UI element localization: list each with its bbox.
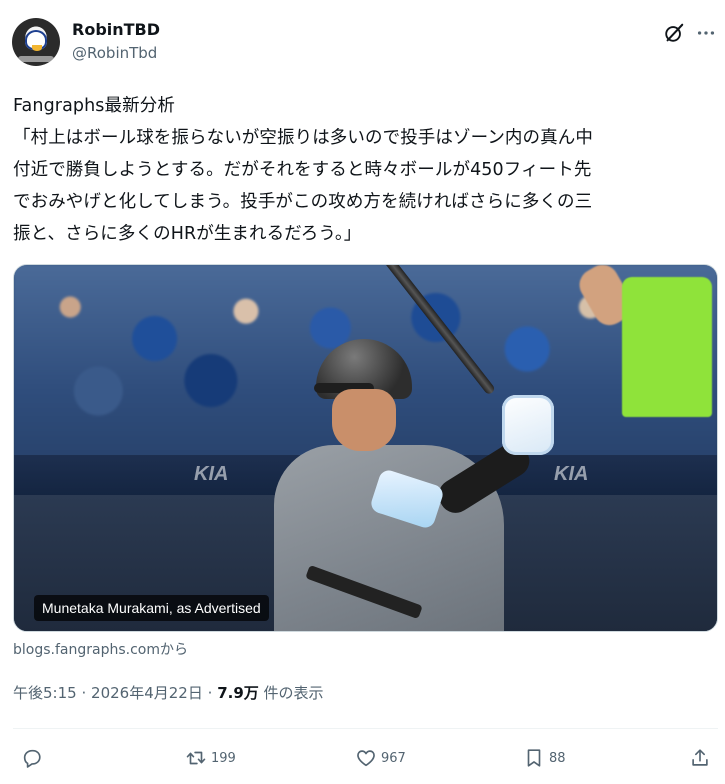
source-link[interactable]: blogs.fangraphs.comから xyxy=(13,640,188,660)
avatar-script xyxy=(18,56,54,62)
bookmark-icon xyxy=(527,749,541,767)
reply-icon xyxy=(23,749,41,768)
user-handle[interactable]: @RobinTbd xyxy=(72,42,160,64)
tweet-line: 付近で勝負しようとする。だがそれをすると時々ボールが450フィート先 xyxy=(13,160,592,180)
bookmark-button[interactable]: 88 xyxy=(523,744,566,772)
tweet-header: RobinTBD @RobinTbd xyxy=(12,16,725,72)
tweet-line: Fangraphs最新分析 xyxy=(13,96,175,116)
view-count: 7.9万 xyxy=(217,684,259,702)
like-count: 967 xyxy=(381,750,406,766)
avatar-beak xyxy=(32,45,42,51)
action-bar: 199 967 88 xyxy=(13,744,718,774)
grok-icon[interactable] xyxy=(663,22,685,44)
link-card-title[interactable]: Munetaka Murakami, as Advertised xyxy=(34,595,269,621)
tweet-line: でおみやげと化してしまう。投手がこの攻め方を続ければさらに多くの三 xyxy=(13,192,593,212)
tweet-line: 「村上はボール球を振らないが空振りは多いので投手はゾーン内の真ん中 xyxy=(13,128,593,148)
tweet-date[interactable]: 2026年4月22日 xyxy=(91,684,203,702)
photo-wall-logo: KIA xyxy=(554,463,589,485)
photo-batting-glove xyxy=(502,395,554,455)
heart-icon xyxy=(357,750,375,767)
share-button[interactable] xyxy=(689,744,711,772)
view-label: 件の表示 xyxy=(263,684,324,702)
meta-separator: · xyxy=(81,684,87,702)
tweet-time[interactable]: 午後5:15 xyxy=(13,684,77,702)
photo-fan-shirt xyxy=(622,277,712,417)
retweet-count: 199 xyxy=(211,750,236,766)
tweet-line: 振と、さらに多くのHRが生まれるだろう。」 xyxy=(13,224,362,244)
reply-button[interactable] xyxy=(21,744,43,772)
link-card-image[interactable]: KIA KIA Munetaka Murakami, as Advertised xyxy=(13,264,718,632)
tweet-text: Fangraphs最新分析 「村上はボール球を振らないが空振りは多いので投手はゾ… xyxy=(13,90,718,250)
share-icon xyxy=(692,749,708,766)
more-icon[interactable] xyxy=(695,22,717,44)
like-button[interactable]: 967 xyxy=(355,744,406,772)
divider xyxy=(13,728,718,729)
photo-wall-logo: KIA xyxy=(194,463,229,485)
avatar[interactable] xyxy=(12,18,60,66)
retweet-button[interactable]: 199 xyxy=(185,744,236,772)
photo-player-face xyxy=(332,389,396,451)
author-names: RobinTBD @RobinTbd xyxy=(72,20,160,64)
meta-separator: · xyxy=(207,684,213,702)
bookmark-count: 88 xyxy=(549,750,566,766)
retweet-icon xyxy=(186,751,206,765)
tweet-meta: 午後5:15 · 2026年4月22日 · 7.9万 件の表示 xyxy=(13,682,324,704)
display-name[interactable]: RobinTBD xyxy=(72,20,160,40)
